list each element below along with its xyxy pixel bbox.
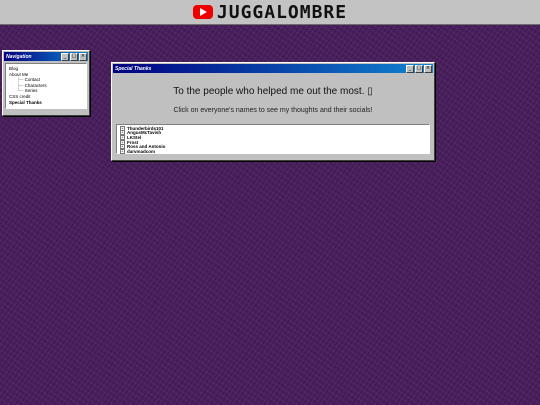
- maximize-button[interactable]: □: [415, 64, 423, 73]
- special-thanks-subheading: Click on everyone's names to see my thou…: [173, 107, 373, 114]
- navigation-window: Navigation _ □ × Blog About Me Contact C…: [2, 50, 90, 116]
- list-item[interactable]: + darvmadcom: [120, 148, 426, 154]
- thanks-name[interactable]: darvmadcom: [127, 149, 155, 154]
- expand-icon[interactable]: +: [120, 148, 125, 154]
- thanks-list: + Thunderbirds101 + AngusMcTavish + LKStel …: [116, 124, 430, 154]
- close-button[interactable]: ×: [79, 52, 87, 61]
- site-header: JUGGALOMBRE: [0, 0, 540, 25]
- special-thanks-window: Special Thanks _ □ × To the people who h…: [111, 62, 435, 161]
- minimize-button[interactable]: _: [61, 52, 69, 61]
- close-button[interactable]: ×: [424, 64, 432, 73]
- navigation-window-title: Navigation: [6, 53, 32, 60]
- special-thanks-heading: To the people who helped me out the most…: [173, 86, 373, 97]
- special-thanks-titlebar[interactable]: Special Thanks _ □ ×: [113, 64, 433, 73]
- maximize-button[interactable]: □: [70, 52, 78, 61]
- special-thanks-window-title: Special Thanks: [115, 65, 152, 72]
- nav-item-special-thanks[interactable]: Special Thanks: [9, 100, 83, 106]
- youtube-icon[interactable]: [192, 5, 213, 19]
- minimize-button[interactable]: _: [406, 64, 414, 73]
- site-brand[interactable]: JUGGALOMBRE: [217, 2, 347, 23]
- navigation-list: Blog About Me Contact Characters Series …: [5, 63, 87, 109]
- navigation-titlebar[interactable]: Navigation _ □ ×: [4, 52, 88, 61]
